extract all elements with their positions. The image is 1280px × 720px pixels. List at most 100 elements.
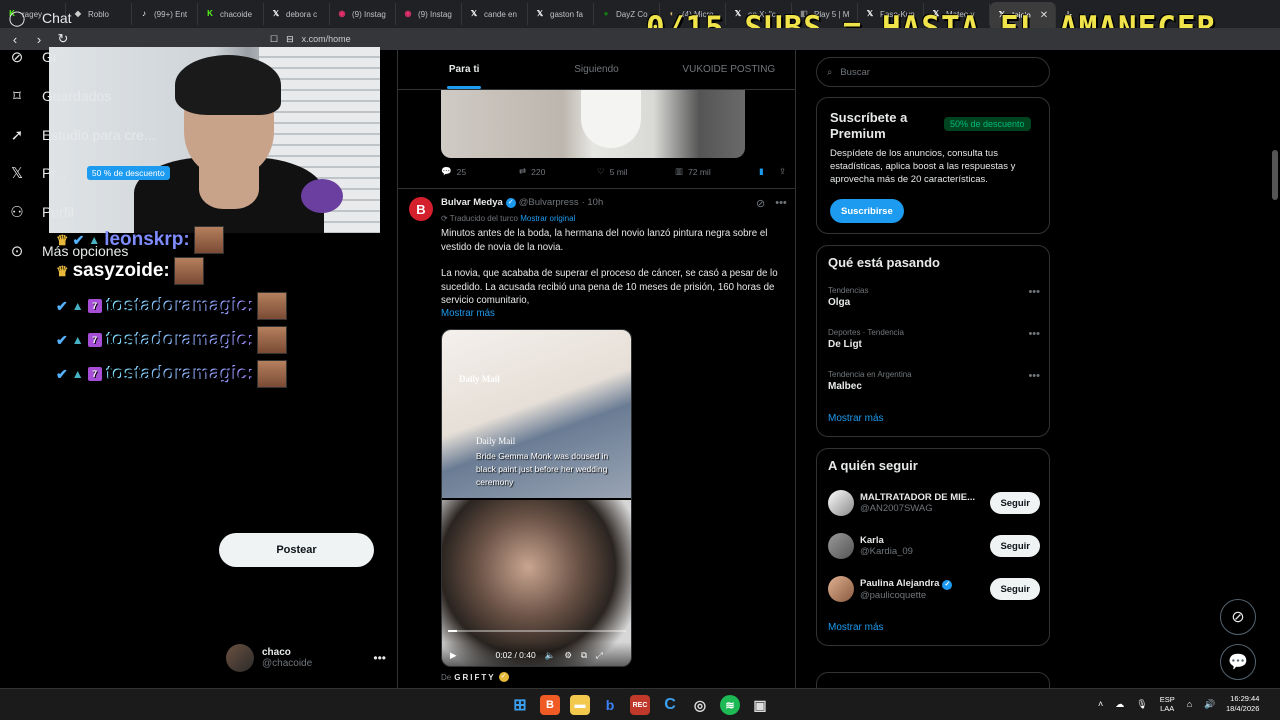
grok-fab-icon[interactable]: ⊘ bbox=[1220, 599, 1256, 635]
more-horizontal-icon[interactable]: ••• bbox=[373, 651, 386, 665]
browser-tab[interactable]: 𝕏debora c bbox=[264, 3, 330, 25]
tweet-author-name[interactable]: Bulvar Medya bbox=[441, 197, 503, 208]
subscribe-button[interactable]: Suscribirse bbox=[830, 199, 904, 223]
brave-icon[interactable]: B bbox=[540, 695, 560, 715]
play-icon[interactable]: ▶ bbox=[450, 650, 457, 661]
video-caption: Bride Gemma Monk was doused in black pai… bbox=[476, 451, 609, 487]
more-horizontal-icon[interactable]: ••• bbox=[1028, 328, 1040, 340]
instagram-icon: ◉ bbox=[404, 9, 412, 18]
follow-user-info[interactable]: Paulina Alejandra ✓ @paulicoquette bbox=[860, 578, 953, 601]
url-text[interactable]: x.com/home bbox=[302, 34, 351, 44]
tab-vukoide-posting[interactable]: VUKOIDE POSTING bbox=[663, 50, 795, 89]
nav-item-perfil[interactable]: ⚇ Perfil bbox=[8, 203, 74, 221]
previous-tweet-media[interactable] bbox=[441, 90, 745, 158]
x-logo-icon: 𝕏 bbox=[10, 165, 24, 182]
bookmark-icon[interactable]: ▮ bbox=[759, 166, 779, 177]
follow-user-name: MALTRATADOR DE MIE... bbox=[860, 492, 975, 503]
follow-button[interactable]: Seguir bbox=[990, 535, 1040, 557]
cloud-icon[interactable]: ☁ bbox=[1115, 699, 1124, 710]
reply-button[interactable]: 💬 25 bbox=[441, 166, 519, 177]
show-more-link[interactable]: Mostrar más bbox=[441, 308, 495, 319]
browser-tab[interactable]: ♪ (99+) Ent bbox=[132, 3, 198, 25]
nav-item-chat[interactable]: ◯ Chat bbox=[8, 9, 72, 27]
bookmark-page-icon[interactable]: ☐ bbox=[270, 34, 278, 45]
scrollbar[interactable] bbox=[1270, 50, 1280, 688]
follow-button[interactable]: Seguir bbox=[990, 492, 1040, 514]
browser-tab[interactable]: ◉ (9) Instag bbox=[330, 3, 396, 25]
premium-discount-badge: 50% de descuento bbox=[944, 117, 1031, 131]
follow-suggestion: MALTRATADOR DE MIE... @AN2007SWAG Seguir bbox=[828, 489, 1040, 517]
nav-item-pr[interactable]: 𝕏 Pr... 50 % de descuento bbox=[8, 164, 170, 182]
file-explorer-icon[interactable]: ▬ bbox=[570, 695, 590, 715]
windows-start-icon[interactable]: ⊞ bbox=[510, 695, 530, 715]
forward-icon[interactable]: › bbox=[32, 32, 46, 47]
trend-item[interactable]: Tendencias Olga ••• bbox=[828, 286, 1040, 308]
volume-icon[interactable]: 🔈 bbox=[545, 650, 556, 661]
more-horizontal-icon[interactable]: ••• bbox=[775, 197, 787, 210]
browser-tab[interactable]: ◉ (9) Instag bbox=[396, 3, 462, 25]
tweet-video[interactable]: Daily Mail Daily Mail Bride Gemma Monk w… bbox=[441, 329, 632, 667]
pip-icon[interactable]: ⧉ bbox=[581, 650, 587, 661]
back-icon[interactable]: ‹ bbox=[8, 32, 22, 47]
follow-button[interactable]: Seguir bbox=[990, 578, 1040, 600]
messages-fab-icon[interactable]: 💬 bbox=[1220, 644, 1256, 680]
nav-item-gr[interactable]: ⊘ Gr bbox=[8, 48, 58, 66]
obs-icon[interactable]: ◎ bbox=[690, 695, 710, 715]
scrollbar-thumb[interactable] bbox=[1272, 150, 1278, 200]
avatar[interactable] bbox=[828, 533, 854, 559]
bing-icon[interactable]: b bbox=[600, 695, 620, 715]
microphone-icon[interactable]: 🎙 bbox=[1136, 699, 1147, 710]
recording-app-icon[interactable]: REC bbox=[630, 695, 650, 715]
avatar[interactable] bbox=[828, 490, 854, 516]
repost-button[interactable]: ⇄ 220 bbox=[519, 166, 597, 177]
browser-tab[interactable]: Kchacoide bbox=[198, 3, 264, 25]
media-source-brand[interactable]: GRIFTY bbox=[454, 673, 495, 682]
follow-user-info[interactable]: MALTRATADOR DE MIE... @AN2007SWAG bbox=[860, 492, 975, 514]
browser-tab[interactable]: ◆ Roblo bbox=[66, 3, 132, 25]
show-original-link[interactable]: Mostrar original bbox=[520, 214, 575, 223]
nav-item-guardados[interactable]: ⌑ Guardados bbox=[8, 87, 111, 105]
like-button[interactable]: ♡ 5 mil bbox=[597, 166, 675, 177]
url-field[interactable]: ☐ ⊟ x.com/home bbox=[270, 34, 351, 45]
more-horizontal-icon[interactable]: ••• bbox=[1028, 370, 1040, 382]
account-switcher[interactable]: chaco @chacoide ••• bbox=[226, 644, 386, 672]
follow-suggestion: Paulina Alejandra ✓ @paulicoquette Seguir bbox=[828, 575, 1040, 603]
reload-icon[interactable]: ↻ bbox=[56, 31, 70, 47]
browser-tab[interactable]: 𝕏gaston fa bbox=[528, 3, 594, 25]
nav-item-más-opciones[interactable]: ⊙ Más opciones bbox=[8, 242, 129, 260]
taskbar-clock[interactable]: 16:29:44 18/4/2026 bbox=[1226, 694, 1259, 714]
tab-para-ti[interactable]: Para ti bbox=[398, 50, 530, 89]
settings-icon[interactable]: ⚙ bbox=[564, 650, 572, 661]
avatar[interactable] bbox=[828, 576, 854, 602]
store-icon[interactable]: ▣ bbox=[750, 695, 770, 715]
input-language[interactable]: ESP LAA bbox=[1160, 695, 1175, 713]
trending-show-more[interactable]: Mostrar más bbox=[828, 413, 884, 424]
previous-tweet-actions: 💬 25 ⇄ 220 ♡ 5 mil ▥ 72 mil ▮ ⇪ bbox=[441, 166, 787, 177]
fullscreen-icon[interactable]: ⤢ bbox=[596, 650, 603, 661]
tweet-time[interactable]: · 10h bbox=[582, 197, 604, 208]
views-button[interactable]: ▥ 72 mil bbox=[675, 166, 759, 177]
tweet-author-avatar[interactable]: B bbox=[409, 197, 433, 221]
site-info-icon[interactable]: ⊟ bbox=[286, 34, 294, 45]
more-horizontal-icon[interactable]: ••• bbox=[1028, 286, 1040, 298]
spotify-icon[interactable]: ≋ bbox=[720, 695, 740, 715]
grok-icon[interactable]: ⊘ bbox=[756, 197, 765, 210]
share-icon[interactable]: ⇪ bbox=[779, 166, 786, 177]
chevron-up-icon[interactable]: ˄ bbox=[1098, 699, 1103, 709]
who-to-follow-show-more[interactable]: Mostrar más bbox=[828, 622, 884, 633]
trend-item[interactable]: Deportes · Tendencia De Ligt ••• bbox=[828, 328, 1040, 350]
gift-badge-icon: ▲ bbox=[71, 299, 84, 313]
browser-tab[interactable]: 𝕏cande en bbox=[462, 3, 528, 25]
video-progress-bar[interactable] bbox=[448, 630, 626, 632]
nav-item-estudio-para-cre[interactable]: ➚ Estudio para cre... bbox=[8, 126, 156, 144]
tab-siguiendo[interactable]: Siguiendo bbox=[530, 50, 662, 89]
post-button[interactable]: Postear bbox=[219, 533, 374, 567]
edge-icon[interactable]: C bbox=[660, 695, 680, 715]
volume-icon[interactable]: 🔊 bbox=[1204, 699, 1215, 710]
x-icon: 𝕏 bbox=[272, 9, 280, 18]
follow-user-info[interactable]: Karla @Kardia_09 bbox=[860, 535, 913, 557]
trend-item[interactable]: Tendencia en Argentina Malbec ••• bbox=[828, 370, 1040, 392]
search-input[interactable]: ⌕ Buscar bbox=[816, 57, 1050, 87]
tweet-author-handle[interactable]: @Bulvarpress bbox=[519, 197, 579, 208]
network-icon[interactable]: ⌂ bbox=[1187, 699, 1192, 709]
